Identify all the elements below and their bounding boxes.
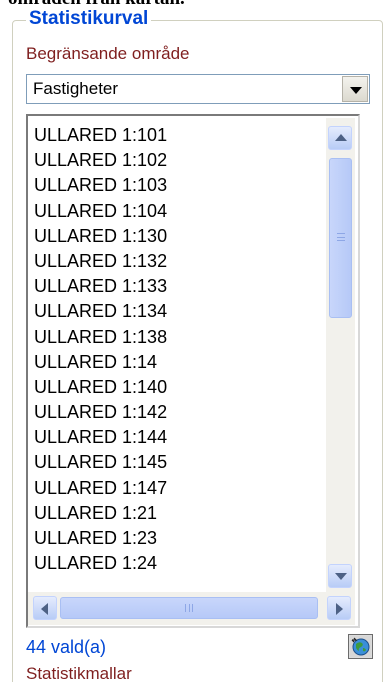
dropdown-arrow-icon[interactable] (342, 76, 368, 102)
list-item[interactable]: ULLARED 1:101 (34, 123, 324, 148)
list-item[interactable]: ULLARED 1:102 (34, 148, 324, 173)
scroll-right-icon[interactable] (327, 596, 351, 620)
list-item[interactable]: ULLARED 1:138 (34, 325, 324, 350)
grip-icon (337, 233, 345, 241)
statistics-templates-label: Statistikmallar (26, 664, 132, 682)
selected-count: 44 vald(a) (26, 637, 107, 657)
list-item[interactable]: ULLARED 1:24 (34, 551, 324, 576)
list-item[interactable]: ULLARED 1:147 (34, 476, 324, 501)
list-item[interactable]: ULLARED 1:132 (34, 249, 324, 274)
property-listbox[interactable]: ULLARED 1:101 ULLARED 1:102 ULLARED 1:103 U… (26, 114, 360, 628)
list-item[interactable]: ULLARED 1:145 (34, 450, 324, 475)
vertical-scrollbar[interactable] (326, 118, 355, 592)
area-type-value: Fastigheter (33, 79, 119, 98)
area-label: Begränsande område (26, 44, 190, 63)
grip-icon (185, 604, 193, 612)
list-item[interactable]: ULLARED 1:133 (34, 274, 324, 299)
horizontal-scroll-thumb[interactable] (60, 597, 318, 619)
group-title: Statistikurval (26, 8, 152, 30)
scroll-left-icon[interactable] (33, 596, 57, 620)
list-item[interactable]: ULLARED 1:23 (34, 526, 324, 551)
list-item[interactable]: ULLARED 1:140 (34, 375, 324, 400)
property-list: ULLARED 1:101 ULLARED 1:102 ULLARED 1:103 U… (34, 123, 324, 576)
vertical-scroll-thumb[interactable] (329, 158, 352, 318)
list-item[interactable]: ULLARED 1:14 (34, 350, 324, 375)
scroll-up-icon[interactable] (328, 126, 352, 150)
scroll-down-icon[interactable] (328, 564, 352, 588)
list-item[interactable]: ULLARED 1:104 (34, 199, 324, 224)
map-globe-icon (350, 636, 371, 657)
list-item[interactable]: ULLARED 1:142 (34, 400, 324, 425)
list-item[interactable]: ULLARED 1:130 (34, 224, 324, 249)
list-item[interactable]: ULLARED 1:21 (34, 501, 324, 526)
list-item[interactable]: ULLARED 1:103 (34, 173, 324, 198)
list-item[interactable]: ULLARED 1:144 (34, 425, 324, 450)
list-item[interactable]: ULLARED 1:134 (34, 299, 324, 324)
horizontal-scrollbar[interactable] (28, 592, 355, 625)
area-type-dropdown[interactable]: Fastigheter (26, 74, 370, 104)
map-select-button[interactable] (348, 634, 373, 659)
